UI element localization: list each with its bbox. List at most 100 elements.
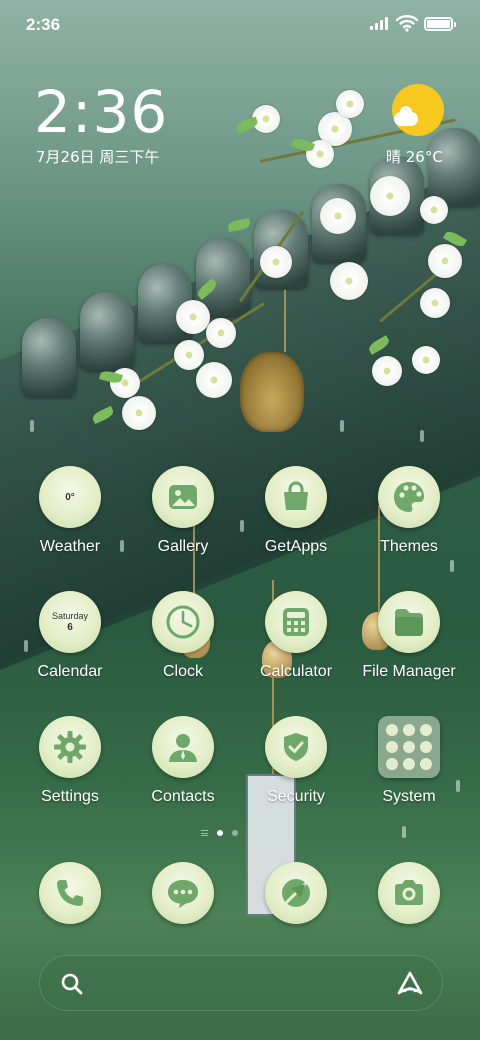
wifi-icon [396, 15, 418, 32]
app-label: Themes [380, 538, 438, 555]
mini-app-icon [420, 741, 432, 753]
shield-check-icon[interactable] [265, 716, 327, 778]
mini-app-icon [420, 724, 432, 736]
page-dot[interactable] [232, 830, 238, 836]
clock-widget-date[interactable]: 7月26日 周三下午 [36, 146, 159, 167]
app-contacts[interactable]: Contacts [128, 716, 238, 806]
app-clock[interactable]: Clock [128, 591, 238, 681]
gear-icon[interactable] [39, 716, 101, 778]
raindrop [450, 560, 454, 572]
raindrop [420, 430, 424, 442]
mini-app-icon [403, 741, 415, 753]
blossom [320, 198, 356, 234]
app-settings[interactable]: Settings [15, 716, 125, 806]
blossom [336, 90, 364, 118]
app-label: Calculator [259, 663, 333, 680]
assistant-icon[interactable] [396, 970, 424, 998]
app-label: GetApps [264, 538, 328, 555]
person-icon[interactable] [152, 716, 214, 778]
menu-lines-icon [201, 830, 208, 836]
leaf [227, 218, 251, 232]
raindrop [402, 826, 406, 838]
app-gallery[interactable]: Gallery [128, 466, 238, 556]
signal-icon [370, 16, 388, 30]
compass-icon[interactable] [265, 862, 327, 924]
app-label: System [382, 788, 436, 805]
blossom [260, 246, 292, 278]
dock-browser[interactable] [241, 862, 351, 924]
page-dot-active[interactable] [217, 830, 223, 836]
dock-phone[interactable] [15, 862, 125, 924]
chime-string [284, 290, 286, 352]
blossom [174, 340, 204, 370]
app-system[interactable]: System [354, 716, 464, 806]
blossom [196, 362, 232, 398]
app-label: Clock [162, 663, 203, 680]
raindrop [340, 420, 344, 432]
weather-icon[interactable]: 0° [39, 466, 101, 528]
mini-app-icon [420, 758, 432, 770]
calendar-icon[interactable]: Saturday 6 [39, 591, 101, 653]
search-icon[interactable] [60, 972, 84, 996]
calculator-icon[interactable] [265, 591, 327, 653]
gallery-icon[interactable] [152, 466, 214, 528]
blossom [330, 262, 368, 300]
camera-icon[interactable] [378, 862, 440, 924]
blossom [420, 288, 450, 318]
blossom [420, 196, 448, 224]
blossom [122, 396, 156, 430]
koi-ornament [240, 352, 304, 432]
app-label: Calendar [37, 663, 103, 680]
app-weather[interactable]: 0° Weather [15, 466, 125, 556]
weather-icon-temp: 0° [65, 491, 75, 503]
app-label: Weather [39, 538, 101, 555]
blossom [370, 176, 410, 216]
mini-app-icon [403, 758, 415, 770]
leaf [234, 116, 260, 134]
dock-camera[interactable] [354, 862, 464, 924]
shopping-bag-icon[interactable] [265, 466, 327, 528]
app-label: Gallery [157, 538, 209, 555]
search-bar[interactable] [39, 955, 443, 1011]
app-folder-icon[interactable] [378, 716, 440, 778]
blossom [372, 356, 402, 386]
status-time: 2:36 [26, 15, 61, 34]
mini-app-icon [386, 758, 398, 770]
battery-level [427, 20, 450, 28]
message-icon[interactable] [152, 862, 214, 924]
battery-icon [424, 17, 456, 31]
app-calendar[interactable]: Saturday 6 Calendar [15, 591, 125, 681]
mini-app-icon [403, 724, 415, 736]
roof-tile [428, 128, 480, 206]
folder-icon[interactable] [378, 591, 440, 653]
calendar-icon-day: Saturday [51, 611, 89, 621]
roof-tile [80, 292, 134, 370]
mini-app-icon [386, 741, 398, 753]
mini-app-icon [386, 724, 398, 736]
phone-icon[interactable] [39, 862, 101, 924]
app-label: Settings [41, 788, 99, 805]
blossom [412, 346, 440, 374]
palette-icon[interactable] [378, 466, 440, 528]
clock-icon[interactable] [152, 591, 214, 653]
app-getapps[interactable]: GetApps [241, 466, 351, 556]
app-calculator[interactable]: Calculator [241, 591, 351, 681]
raindrop [30, 420, 34, 432]
page-indicator[interactable] [201, 830, 238, 836]
app-label: Contacts [151, 788, 215, 805]
dock-messages[interactable] [128, 862, 238, 924]
roof-tile [22, 318, 76, 396]
app-themes[interactable]: Themes [354, 466, 464, 556]
calendar-icon-date: 6 [67, 622, 73, 633]
app-file-manager[interactable]: File Manager [354, 591, 464, 681]
blossom [206, 318, 236, 348]
app-label: File Manager [362, 663, 456, 680]
blossom [428, 244, 462, 278]
weather-summary[interactable]: 晴 26°C [386, 146, 443, 167]
blossom [176, 300, 210, 334]
status-bar: 2:36 [0, 0, 480, 50]
cloud-icon [394, 106, 418, 126]
clock-widget-time[interactable]: 2:36 [34, 78, 168, 146]
app-security[interactable]: Security [241, 716, 351, 806]
app-label: Security [267, 788, 325, 805]
